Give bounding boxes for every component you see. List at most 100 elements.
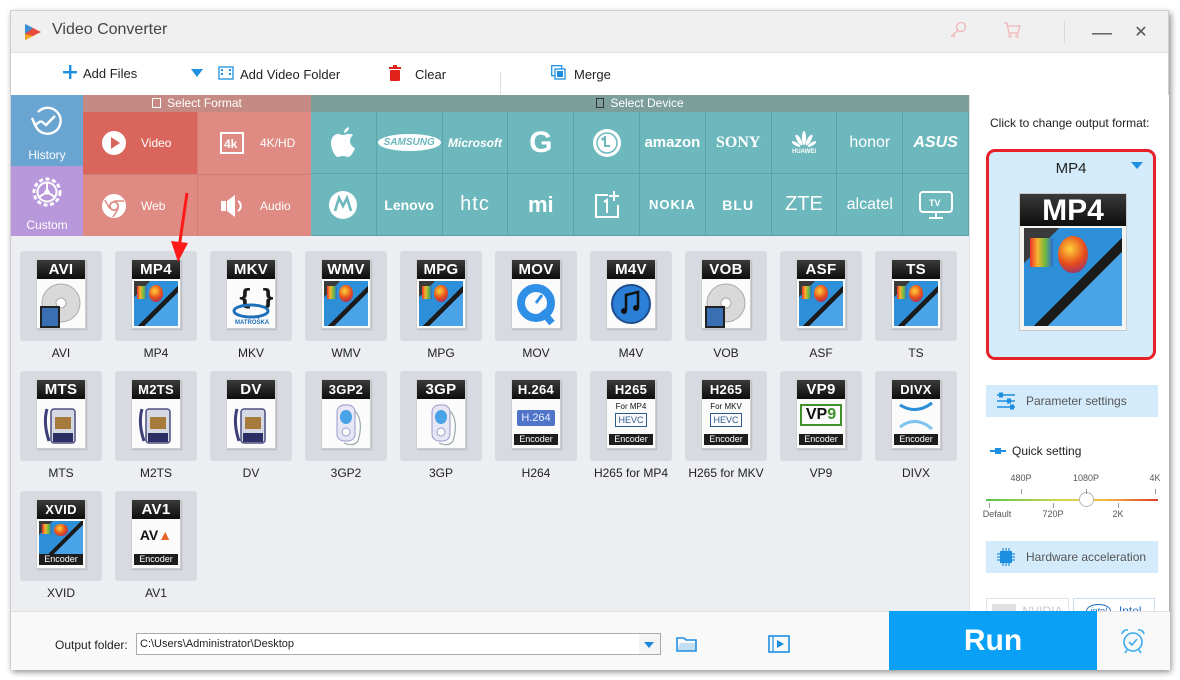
device-oneplus[interactable] [574, 174, 640, 236]
format-item[interactable]: MTS MTS [20, 371, 102, 480]
device-microsoft[interactable]: Microsoft [442, 112, 509, 174]
key-icon[interactable] [947, 20, 969, 42]
matroska-icon: { } MATROŠKA [229, 281, 276, 326]
format-icon: XVID Encoder [36, 499, 86, 569]
format-item[interactable]: H.264 H.264 Encoder H264 [495, 371, 577, 480]
history-button[interactable]: History [11, 95, 83, 166]
film-balloon-icon [39, 521, 83, 554]
output-folder-input[interactable] [136, 633, 661, 655]
quality-slider[interactable]: 480P 1080P 4K Default 720P 2K [983, 468, 1161, 519]
device-nokia[interactable]: NOKIA [640, 174, 706, 236]
format-item[interactable]: AVI AVI [20, 251, 102, 360]
format-label: XVID [46, 586, 75, 600]
device-amazon[interactable]: amazon [640, 112, 706, 174]
add-files-button[interactable]: Add Files [63, 65, 137, 82]
minimize-button[interactable]: — [1088, 21, 1116, 45]
plus-icon [63, 65, 77, 82]
device-huawei[interactable]: HUAWEI [771, 112, 838, 174]
format-item[interactable]: AV1 AV▲ Encoder AV1 [115, 491, 197, 600]
device-lenovo[interactable]: Lenovo [376, 174, 443, 236]
format-item[interactable]: VP9 VP9 Encoder VP9 [780, 371, 862, 480]
device-tv[interactable]: TV [903, 174, 969, 236]
format-item[interactable]: M4V M4V [590, 251, 672, 360]
format-item[interactable]: 3GP 3GP [400, 371, 482, 480]
device-htc[interactable]: htc [442, 174, 509, 236]
format-item[interactable]: DV DV [210, 371, 292, 480]
device-zte[interactable]: ZTE [771, 174, 838, 236]
format-icon: 3GP2 [321, 379, 371, 449]
format-label: H265 for MKV [688, 466, 764, 480]
format-item[interactable]: M2TS M2TS [115, 371, 197, 480]
microsoft-logo: Microsoft [447, 135, 502, 150]
format-tile: H265 For MKV HEVC Encoder [685, 371, 767, 461]
device-blu[interactable]: BLU [705, 174, 772, 236]
format-badge: VOB [702, 260, 750, 279]
device-sony[interactable]: SONY [705, 112, 772, 174]
device-lg[interactable] [574, 112, 640, 174]
film-balloon-icon [1024, 228, 1122, 326]
format-item[interactable]: H265 For MKV HEVC Encoder H265 for MKV [685, 371, 767, 480]
format-item[interactable]: MPG MPG [400, 251, 482, 360]
add-video-folder-button[interactable]: Add Video Folder [218, 65, 340, 84]
app-window: Video Converter — ✕ Add Files Add Video … [10, 10, 1170, 670]
category-4k-hd[interactable]: 4k 4K/HD [197, 112, 311, 174]
output-video-icon[interactable] [768, 635, 790, 658]
format-item[interactable]: H265 For MP4 HEVC Encoder H265 for MP4 [590, 371, 672, 480]
parameter-settings-label: Parameter settings [1026, 394, 1127, 408]
format-item[interactable]: MKV { } MATROŠKA MKV [210, 251, 292, 360]
format-item[interactable]: 3GP2 3GP2 [305, 371, 387, 480]
format-badge: MTS [37, 380, 85, 399]
encoder-badge: Encoder [609, 434, 653, 445]
category-audio[interactable]: Audio [197, 174, 311, 236]
output-format-name: MP4 [1055, 160, 1087, 177]
format-item[interactable]: XVID Encoder XVID [20, 491, 102, 600]
format-item[interactable]: DIVX Encoder DIVX [875, 371, 957, 480]
close-button[interactable]: ✕ [1127, 21, 1155, 45]
format-tile: M4V [590, 251, 672, 341]
format-item[interactable]: ASF ASF [780, 251, 862, 360]
output-folder-dropdown[interactable] [639, 634, 660, 654]
category-video[interactable]: Video [83, 112, 197, 174]
clear-button[interactable]: Clear [389, 65, 446, 84]
format-badge: MP4 [132, 260, 180, 279]
category-4k-hd-label: 4K/HD [260, 136, 296, 150]
run-button[interactable]: Run [889, 611, 1097, 670]
hardware-acceleration-button[interactable]: Hardware acceleration [986, 541, 1158, 573]
cart-icon[interactable] [1001, 20, 1023, 42]
hardware-acceleration-label: Hardware acceleration [1026, 550, 1147, 564]
custom-button[interactable]: Custom [11, 166, 83, 236]
device-asus[interactable]: ASUS [903, 112, 969, 174]
format-item[interactable]: TS TS [875, 251, 957, 360]
merge-button[interactable]: Merge [551, 65, 611, 83]
device-google[interactable]: G [508, 112, 575, 174]
device-motorola[interactable] [311, 174, 377, 236]
device-xiaomi[interactable]: mi [508, 174, 575, 236]
app-title: Video Converter [52, 21, 168, 38]
format-item[interactable]: VOB VOB [685, 251, 767, 360]
format-item[interactable]: MOV MOV [495, 251, 577, 360]
format-badge: 3GP [417, 380, 465, 399]
phone-icon [419, 401, 463, 446]
open-folder-icon[interactable] [676, 635, 698, 658]
add-files-dropdown[interactable] [191, 65, 203, 80]
format-icon: MP4 [131, 259, 181, 329]
4k-icon: 4k [220, 130, 246, 156]
format-item[interactable]: WMV WMV [305, 251, 387, 360]
format-item[interactable]: MP4 MP4 [115, 251, 197, 360]
format-label: 3GP [428, 466, 453, 480]
format-label: DV [242, 466, 260, 480]
device-alcatel[interactable]: alcatel [837, 174, 904, 236]
chevron-down-icon [191, 65, 203, 80]
encoder-badge: Encoder [39, 554, 83, 565]
device-apple[interactable] [311, 112, 377, 174]
output-format-selector[interactable]: MP4 MP4 [986, 149, 1156, 360]
format-badge: XVID [37, 500, 85, 519]
device-samsung[interactable]: SAMSUNG [376, 112, 443, 174]
parameter-settings-button[interactable]: Parameter settings [986, 385, 1158, 417]
alarm-clock-icon[interactable] [1119, 627, 1147, 655]
quicktime-icon [514, 281, 558, 326]
quality-slider-knob[interactable] [1078, 492, 1094, 507]
format-tile: ASF [780, 251, 862, 341]
device-honor[interactable]: honor [837, 112, 904, 174]
category-web[interactable]: Web [83, 174, 197, 236]
